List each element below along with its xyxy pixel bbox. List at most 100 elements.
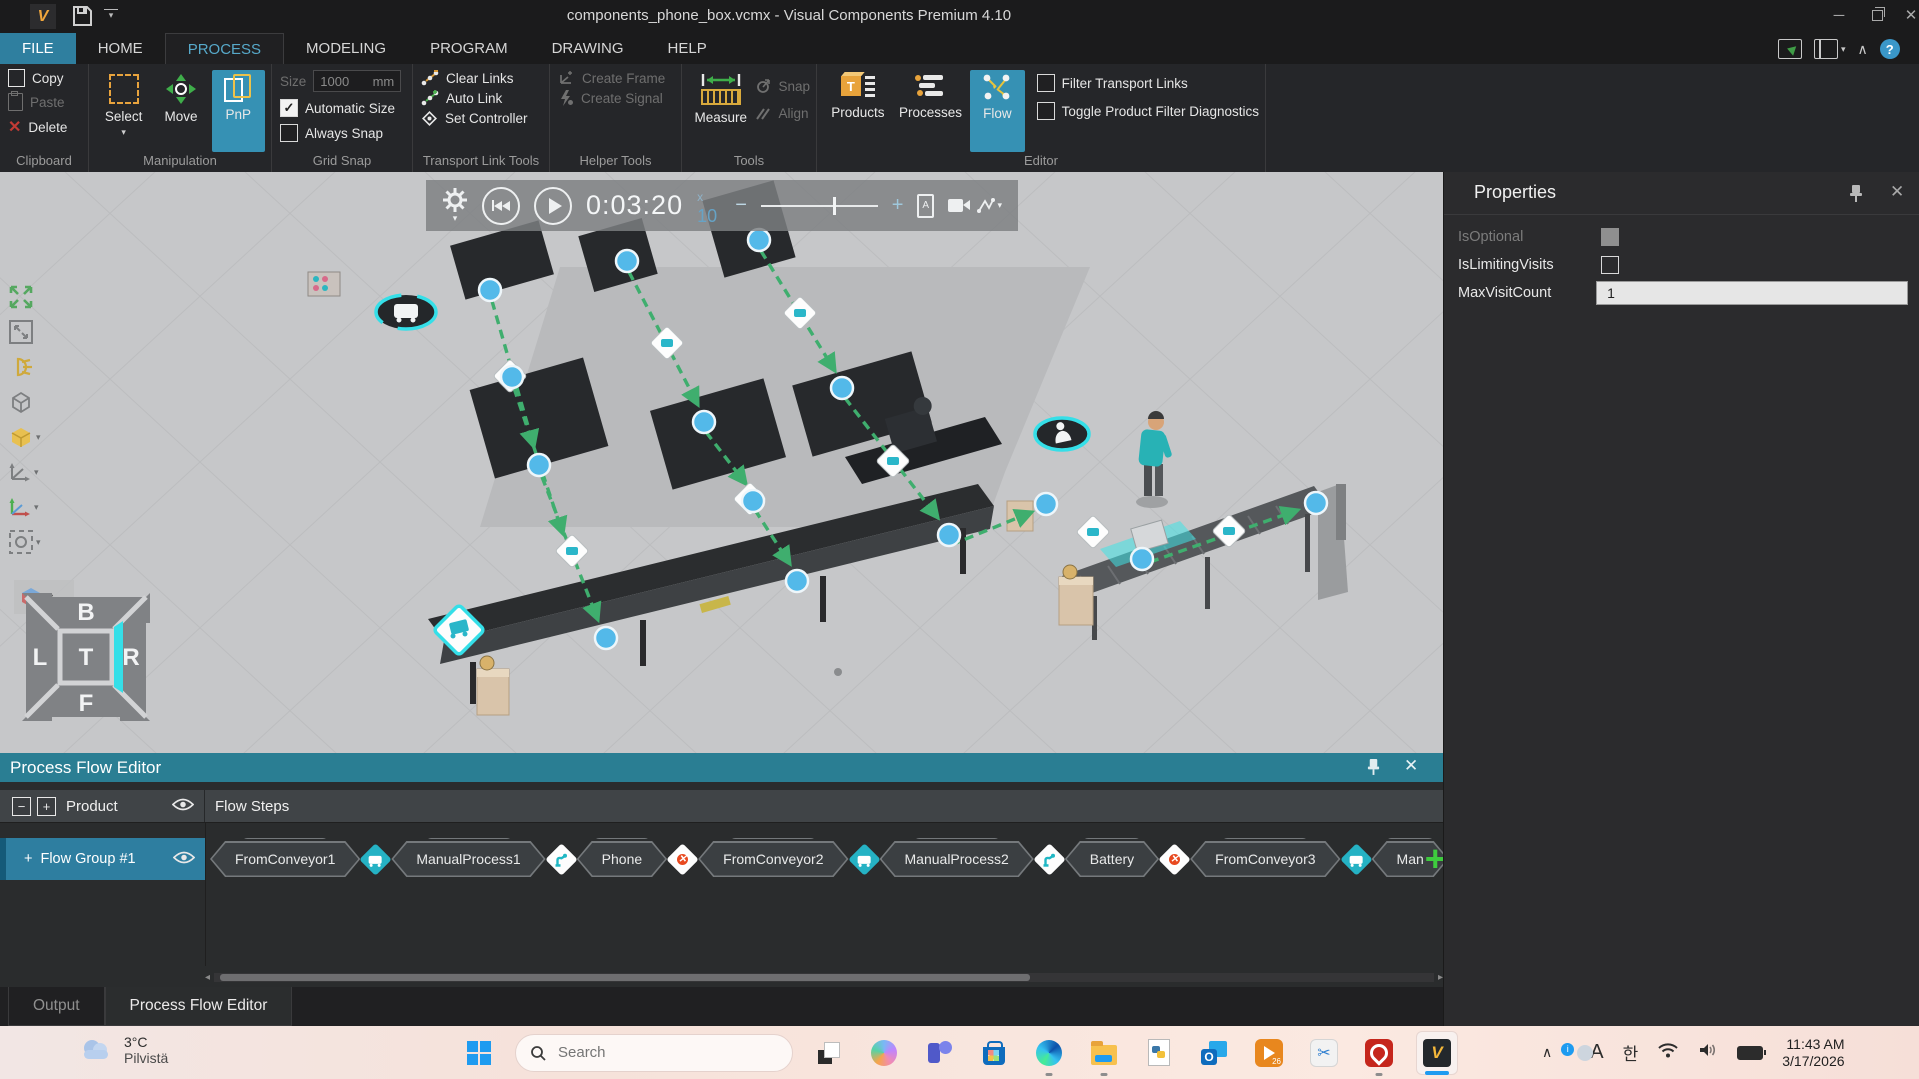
filter-transport-links-checkbox[interactable]: Filter Transport Links	[1037, 74, 1259, 92]
collapsed-lane-pill[interactable]	[593, 838, 651, 839]
task-view-button[interactable]	[810, 1034, 848, 1072]
product-filter-icon[interactable]: ✕	[1158, 843, 1191, 876]
flow-group-row[interactable]: + Flow Group #1	[0, 838, 205, 880]
collapsed-lane-pill[interactable]	[1082, 838, 1143, 839]
flow-step[interactable]: FromConveyor1	[210, 841, 360, 877]
scroll-left-icon[interactable]: ◂	[205, 972, 210, 983]
collapsed-lane-pill[interactable]	[241, 838, 329, 839]
scroll-right-icon[interactable]: ▸	[1438, 972, 1443, 983]
simulation-mode-button[interactable]: ▾	[977, 198, 1002, 214]
select-button[interactable]: Select ▾	[97, 70, 150, 152]
flow-step[interactable]: Phone	[577, 841, 667, 877]
flow-node[interactable]	[786, 570, 808, 592]
move-button[interactable]: Move	[154, 70, 207, 152]
search-input[interactable]	[556, 1043, 760, 1062]
pfe-pin-icon[interactable]	[1366, 758, 1381, 780]
window-layout-icon[interactable]	[1814, 39, 1838, 59]
layout-dropdown-icon[interactable]: ▾	[1841, 44, 1846, 55]
media-app-button[interactable]: 26	[1250, 1034, 1288, 1072]
close-button[interactable]: ✕	[1903, 8, 1919, 24]
edge-button[interactable]	[1030, 1034, 1068, 1072]
collapsed-lane-pill[interactable]	[1221, 838, 1309, 839]
nav-front-label[interactable]: F	[79, 690, 94, 717]
collapsed-lane-pill[interactable]	[913, 838, 1001, 839]
transport-link-icon[interactable]	[1340, 843, 1373, 876]
slider-handle[interactable]	[833, 197, 836, 215]
ime-korean-indicator[interactable]: 한	[1623, 1040, 1639, 1065]
flow-step[interactable]: ManualProcess1	[391, 841, 545, 877]
frame-display-button[interactable]: ▾	[8, 459, 39, 485]
ribbon-tab-program[interactable]: PROGRAM	[408, 33, 530, 64]
outlook-button[interactable]	[1195, 1034, 1233, 1072]
wireframe-render-button[interactable]	[8, 389, 34, 415]
quick-access-dropdown-icon[interactable]: ▾	[104, 9, 118, 24]
robot-process-icon[interactable]	[1033, 843, 1066, 876]
origin-frame-button[interactable]: ▾	[8, 494, 39, 520]
acrobat-button[interactable]	[1360, 1034, 1398, 1072]
record-video-icon[interactable]	[948, 199, 964, 212]
weather-widget[interactable]: 3°CPilvistä	[78, 1034, 168, 1066]
battery-icon[interactable]	[1737, 1046, 1763, 1060]
snipping-tool-button[interactable]: ✂	[1305, 1034, 1343, 1072]
collapse-ribbon-icon[interactable]: ∧	[1858, 41, 1868, 58]
simulation-settings-button[interactable]: ▾	[442, 187, 468, 224]
flow-node[interactable]	[479, 279, 501, 301]
reset-button[interactable]	[482, 187, 520, 225]
clock[interactable]: 11:43 AM3/17/2026	[1782, 1036, 1844, 1070]
help-icon[interactable]: ?	[1880, 39, 1900, 59]
flow-node[interactable]	[1131, 548, 1153, 570]
ribbon-tab-modeling[interactable]: MODELING	[284, 33, 408, 64]
ribbon-tab-home[interactable]: HOME	[76, 33, 165, 64]
pfe-horizontal-scrollbar[interactable]: ◂ ▸	[205, 972, 1443, 983]
teams-button[interactable]	[920, 1034, 958, 1072]
maximize-button[interactable]	[1869, 8, 1885, 24]
play-button[interactable]	[534, 187, 572, 225]
flow-step[interactable]: FromConveyor3	[1190, 841, 1340, 877]
flow-node[interactable]	[831, 377, 853, 399]
pfe-close-icon[interactable]: ✕	[1404, 756, 1418, 776]
pnp-button[interactable]: PnP	[212, 70, 265, 152]
microsoft-store-button[interactable]	[975, 1034, 1013, 1072]
collapsed-lane-pill[interactable]	[729, 838, 817, 839]
robot-process-icon[interactable]	[545, 843, 578, 876]
flow-node[interactable]	[501, 366, 523, 388]
pin-icon[interactable]	[1848, 184, 1864, 207]
ribbon-tab-drawing[interactable]: DRAWING	[530, 33, 646, 64]
expand-all-button[interactable]: +	[37, 797, 56, 816]
tray-chevron-up-icon[interactable]: ∧	[1542, 1044, 1552, 1061]
visual-components-button[interactable]: V	[1415, 1034, 1459, 1072]
flow-node[interactable]	[528, 454, 550, 476]
flow-node[interactable]	[938, 524, 960, 546]
flow-node[interactable]	[748, 229, 770, 251]
speed-slider[interactable]	[761, 205, 878, 207]
maxvisitcount-input[interactable]	[1596, 281, 1908, 305]
set-controller-button[interactable]: Set Controller	[421, 110, 543, 127]
lighting-button[interactable]	[8, 354, 34, 380]
ribbon-tab-process[interactable]: PROCESS	[165, 33, 284, 64]
copilot-button[interactable]	[865, 1034, 903, 1072]
visibility-icon[interactable]	[173, 851, 195, 868]
snap-origin-button[interactable]: ▾	[8, 529, 41, 555]
properties-close-icon[interactable]: ✕	[1890, 182, 1904, 202]
flow-node[interactable]	[693, 411, 715, 433]
flow-node[interactable]	[1305, 492, 1327, 514]
flow-step[interactable]: Battery	[1065, 841, 1159, 877]
speed-decrease-icon[interactable]: −	[735, 194, 747, 217]
copy-button[interactable]: Copy	[8, 69, 82, 87]
python-file-button[interactable]	[1140, 1034, 1178, 1072]
product-filter-icon[interactable]: ✕	[666, 843, 699, 876]
transport-link-icon[interactable]	[360, 843, 393, 876]
delete-button[interactable]: ✕Delete	[8, 117, 82, 137]
shaded-render-button[interactable]: ▾	[8, 424, 41, 450]
visibility-all-icon[interactable]	[172, 798, 194, 815]
toggle-product-filter-diagnostics-checkbox[interactable]: Toggle Product Filter Diagnostics	[1037, 102, 1259, 120]
tab-process-flow-editor[interactable]: Process Flow Editor	[105, 987, 293, 1026]
collapsed-lane-pill[interactable]	[425, 838, 513, 839]
export-pdf-icon[interactable]: A	[917, 194, 933, 218]
flow-node[interactable]	[595, 627, 617, 649]
clear-links-button[interactable]: Clear Links	[421, 70, 543, 86]
nav-back-label[interactable]: B	[77, 599, 94, 626]
taskbar-search[interactable]	[515, 1034, 793, 1072]
collapse-all-button[interactable]: −	[12, 797, 31, 816]
navigation-cube[interactable]: B L T R F	[16, 587, 156, 727]
